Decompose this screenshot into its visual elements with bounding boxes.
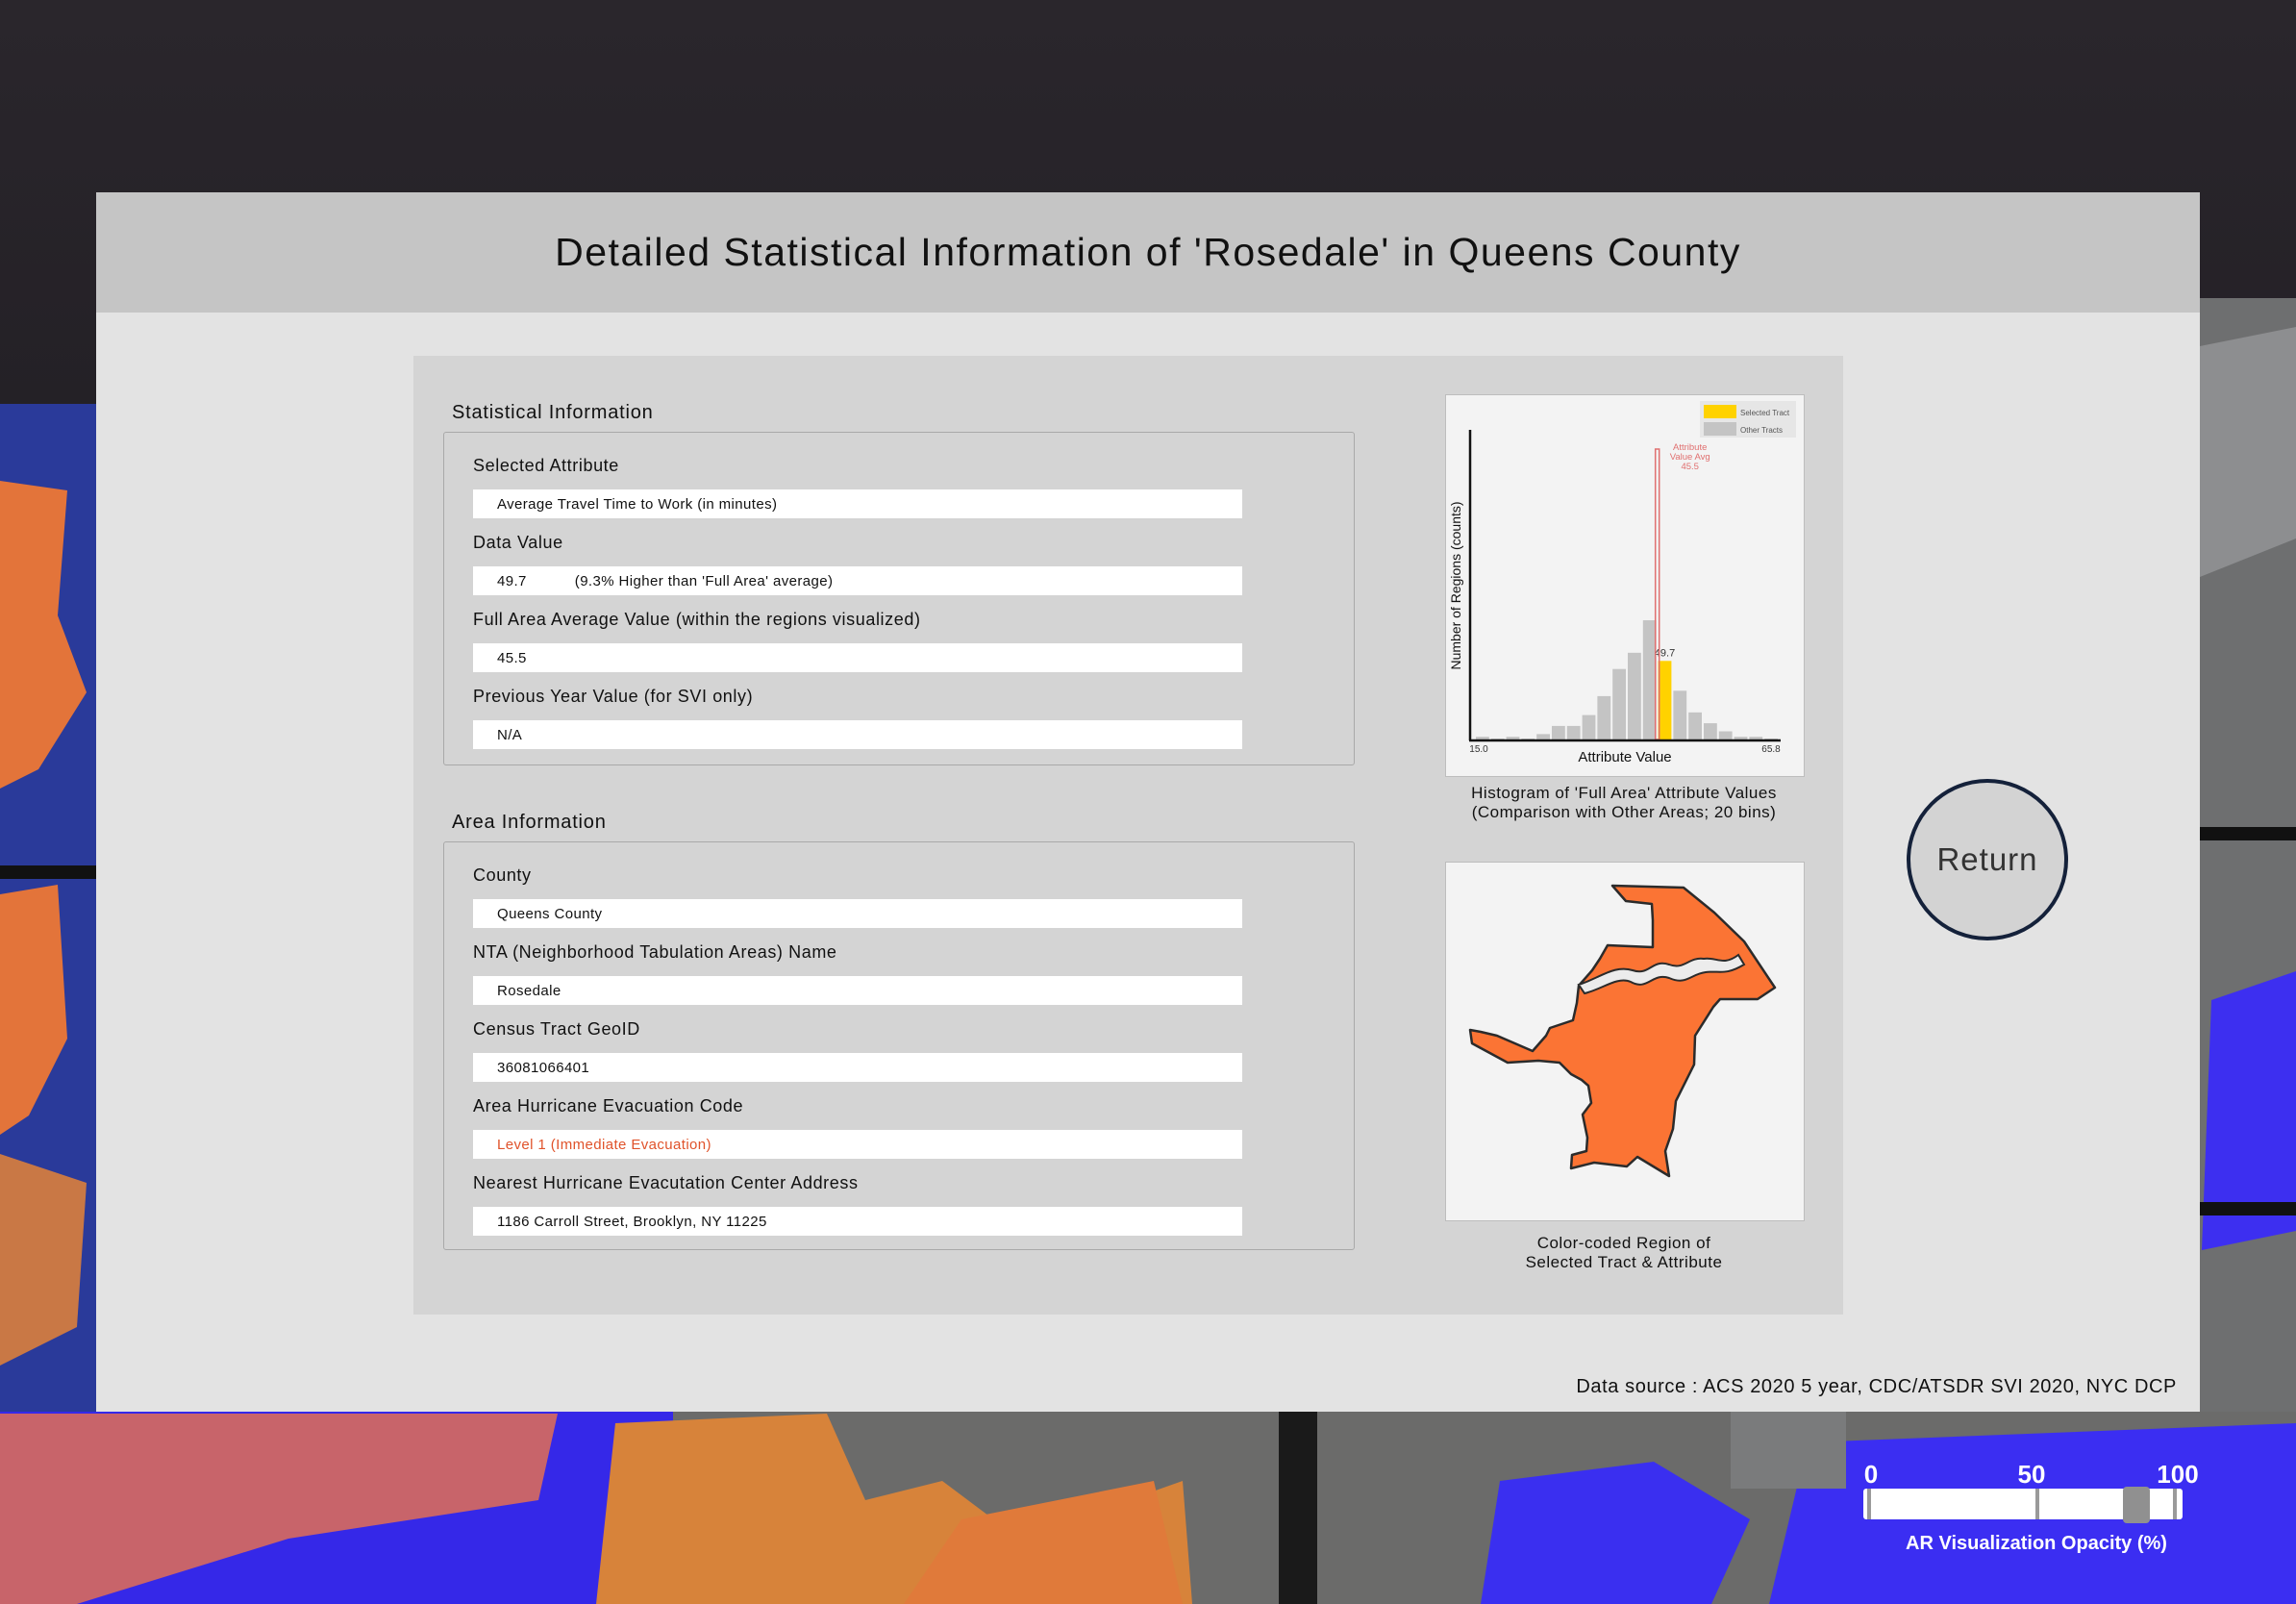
field-value-census-tract: 36081066401: [473, 1053, 1242, 1082]
slider-thumb[interactable]: [2123, 1487, 2151, 1523]
statistics-panel: Detailed Statistical Information of 'Ros…: [96, 192, 2200, 1412]
histogram-bar: [1597, 695, 1611, 739]
field-value-full-area-average: 45.5: [473, 643, 1242, 672]
field-label-data-value: Data Value: [473, 533, 563, 552]
opacity-slider[interactable]: 0 50 100 AR Visualization Opacity (%): [1856, 1452, 2202, 1567]
histogram-caption-line-2: (Comparison with Other Areas; 20 bins): [1471, 803, 1777, 821]
field-value-evacuation-center: 1186 Carroll Street, Brooklyn, NY 11225: [473, 1207, 1242, 1236]
content-box: Statistical Information Selected Attribu…: [413, 356, 1843, 1315]
return-button-label: Return: [1936, 841, 2038, 877]
average-label: 45.5: [1681, 462, 1699, 472]
area-info-title: Area Information: [452, 812, 607, 833]
data-value-comparison-text: (9.3% Higher than 'Full Area' average): [574, 572, 834, 589]
histogram-bar: [1642, 620, 1657, 739]
histogram-bar: [1566, 725, 1581, 739]
histogram-caption-line-1: Histogram of 'Full Area' Attribute Value…: [1471, 784, 1777, 802]
slider-track-tick: [1867, 1489, 1871, 1519]
slider-caption: AR Visualization Opacity (%): [1906, 1533, 2167, 1554]
histogram-bar: [1476, 737, 1489, 739]
field-label-full-area-average: Full Area Average Value (within the regi…: [473, 610, 921, 629]
field-value-county: Queens County: [473, 899, 1242, 928]
histogram-chart: Selected Tract Other Tracts 49.7 Attribu…: [1448, 401, 1796, 765]
panel-header: Detailed Statistical Information of 'Ros…: [96, 192, 2200, 313]
data-source-note: Data source : ACS 2020 5 year, CDC/ATSDR…: [1576, 1376, 2177, 1397]
region-map: [1468, 884, 1777, 1178]
field-label-census-tract: Census Tract GeoID: [473, 1019, 640, 1039]
histogram-caption: Histogram of 'Full Area' Attribute Value…: [1441, 784, 1807, 822]
histogram-bar: [1718, 731, 1733, 739]
field-label-nta-name: NTA (Neighborhood Tabulation Areas) Name: [473, 942, 837, 962]
nta-name-text: Rosedale: [497, 982, 562, 999]
selected-region-shape: [1468, 884, 1777, 1178]
slider-tick-label-0: 0: [1863, 1460, 1879, 1489]
histogram-bar: [1552, 725, 1565, 739]
histogram-bar: [1704, 723, 1717, 739]
field-label-county: County: [473, 865, 532, 885]
field-label-previous-year: Previous Year Value (for SVI only): [473, 687, 754, 706]
legend-swatch-selected: [1704, 405, 1736, 418]
census-tract-text: 36081066401: [497, 1059, 590, 1076]
slider-tick-label-50: 50: [2017, 1460, 2046, 1489]
histogram-bar: [1734, 737, 1748, 739]
field-label-selected-attribute: Selected Attribute: [473, 456, 619, 475]
field-value-evacuation-code: Level 1 (Immediate Evacuation): [473, 1130, 1242, 1159]
previous-year-text: N/A: [497, 726, 523, 743]
histogram-bar: [1673, 690, 1687, 739]
legend-label-selected: Selected Tract: [1740, 409, 1790, 417]
histogram-bar: [1582, 714, 1596, 739]
statistical-info-group: Selected Attribute Average Travel Time t…: [443, 432, 1355, 765]
region-map-caption-line-1: Color-coded Region of: [1536, 1234, 1711, 1252]
histogram-bar: [1506, 737, 1520, 739]
return-button[interactable]: Return: [1907, 779, 2068, 940]
data-value-text: 49.7: [497, 572, 527, 589]
full-area-average-text: 45.5: [497, 649, 527, 666]
field-value-selected-attribute: Average Travel Time to Work (in minutes): [473, 489, 1242, 518]
average-line: [1654, 448, 1660, 740]
selected-value-label: 49.7: [1655, 647, 1675, 659]
x-tick-label-max: 65.8: [1761, 744, 1781, 755]
selected-attribute-text: Average Travel Time to Work (in minutes): [497, 495, 778, 513]
county-text: Queens County: [497, 905, 603, 922]
slider-track-tick: [2173, 1489, 2177, 1519]
page-title: Detailed Statistical Information of 'Ros…: [555, 230, 1741, 274]
field-label-evacuation-code: Area Hurricane Evacuation Code: [473, 1096, 744, 1115]
statistical-info-title: Statistical Information: [452, 402, 654, 423]
histogram-bar: [1749, 737, 1763, 739]
legend-swatch-other: [1704, 422, 1736, 436]
slider-tick-label-100: 100: [2157, 1460, 2199, 1489]
histogram-figure: Selected Tract Other Tracts 49.7 Attribu…: [1445, 394, 1805, 777]
legend-label-other: Other Tracts: [1740, 426, 1783, 435]
region-map-figure: [1445, 862, 1805, 1221]
field-value-nta-name: Rosedale: [473, 976, 1242, 1005]
histogram-bar-selected: [1658, 661, 1672, 739]
evacuation-center-text: 1186 Carroll Street, Brooklyn, NY 11225: [497, 1213, 767, 1230]
field-label-evacuation-center: Nearest Hurricane Evacutation Center Add…: [473, 1173, 859, 1192]
field-value-data-value: 49.7 (9.3% Higher than 'Full Area' avera…: [473, 566, 1242, 595]
field-value-previous-year: N/A: [473, 720, 1242, 749]
x-axis-label: Attribute Value: [1578, 749, 1671, 765]
histogram-bar: [1628, 652, 1641, 739]
histogram-bar: [1612, 668, 1626, 739]
evacuation-code-text: Level 1 (Immediate Evacuation): [497, 1136, 711, 1153]
region-map-caption: Color-coded Region of Selected Tract & A…: [1441, 1234, 1807, 1272]
y-axis-label: Number of Regions (counts): [1448, 501, 1463, 669]
region-map-caption-line-2: Selected Tract & Attribute: [1525, 1253, 1723, 1271]
histogram-bar: [1536, 734, 1550, 739]
area-info-group: County Queens County NTA (Neighborhood T…: [443, 841, 1355, 1250]
histogram-bar: [1688, 712, 1702, 739]
x-tick-label-min: 15.0: [1469, 744, 1488, 755]
slider-track-tick: [2035, 1489, 2039, 1519]
